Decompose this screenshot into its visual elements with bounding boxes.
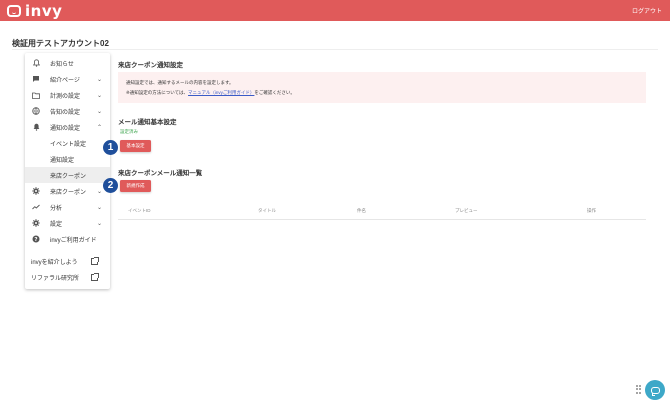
table-header-title: タイトル [258, 208, 276, 213]
sidebar-item-announcement[interactable]: 告知の設定 ⌄ [25, 103, 110, 119]
table-header-event-id: イベントID [128, 208, 151, 213]
globe-icon [32, 107, 40, 115]
folder-icon [32, 91, 40, 99]
notice-text-manual: ※通知設定の方法については、マニュアル（invyご利用ガイド）をご確認ください。 [126, 90, 295, 96]
coupon-list-title: 来店クーポンメール通知一覧 [118, 170, 203, 177]
notice-prefix: ※通知設定の方法については、 [126, 90, 189, 95]
sidebar-item-label: イベント設定 [50, 141, 87, 148]
chevron-down-icon: ⌄ [96, 188, 102, 195]
sidebar-item-label: 通知の設定 [50, 125, 81, 132]
sidebar-item-label: 通知設定 [50, 157, 75, 164]
sidebar-item-invite-invy[interactable]: invyを紹介しよう [25, 253, 110, 269]
mail-settings-title: メール通知基本設定 [118, 119, 177, 126]
trend-icon [32, 203, 40, 211]
sidebar-subitem-notification-settings[interactable]: 通知設定 [25, 151, 110, 167]
notice-suffix: をご確認ください。 [254, 90, 295, 95]
table-divider [118, 219, 646, 220]
chat-bubble-icon [650, 386, 660, 396]
section-title: 来店クーポン通知設定 [118, 62, 183, 69]
chevron-up-icon: ⌃ [96, 124, 102, 131]
chevron-down-icon: ⌄ [96, 220, 102, 227]
sidebar-subitem-event-settings[interactable]: イベント設定 [25, 135, 110, 151]
notice-text: 通知設定では、通知するメールの内容を設定します。 [126, 80, 234, 85]
sidebar-item-label: 告知の設定 [50, 109, 81, 116]
sidebar: お知らせ 紹介ページ ⌄ 計測の設定 ⌄ 告知の設定 ⌄ 通知の設定 ⌃ イベン… [25, 53, 110, 289]
manual-link[interactable]: マニュアル（invyご利用ガイド） [188, 90, 254, 95]
divider [12, 49, 658, 50]
svg-text:?: ? [34, 237, 37, 243]
top-bar: invy ログアウト [0, 0, 670, 21]
sidebar-item-visit-coupon[interactable]: 来店クーポン ⌄ [25, 183, 110, 199]
table-header-subject: 件名 [357, 208, 366, 213]
chevron-down-icon: ⌄ [96, 108, 102, 115]
bell-filled-icon [32, 123, 40, 131]
sidebar-item-label: invyご利用ガイド [50, 237, 97, 244]
sidebar-item-label: 来店クーポン [50, 173, 87, 180]
sidebar-item-label: 設定 [50, 221, 63, 228]
chevron-down-icon: ⌄ [96, 204, 102, 211]
page-title: 検証用テストアカウント02 [12, 39, 109, 48]
external-link-icon [91, 256, 99, 265]
sidebar-item-label: 紹介ページ [50, 77, 80, 84]
external-link-icon [91, 272, 99, 281]
sidebar-item-measurement[interactable]: 計測の設定 ⌄ [25, 87, 110, 103]
step-badge-1: 1 [103, 140, 118, 155]
sidebar-item-label: 来店クーポン [50, 189, 87, 196]
logo-text: invy [25, 1, 63, 20]
sidebar-item-label: 分析 [50, 205, 63, 212]
gear-icon [32, 187, 40, 195]
sidebar-item-label: お知らせ [50, 61, 74, 68]
sidebar-item-usage-guide[interactable]: ? invyご利用ガイド [25, 231, 110, 247]
chevron-down-icon: ⌄ [96, 76, 102, 83]
drag-handle-icon[interactable] [636, 385, 641, 394]
logout-link[interactable]: ログアウト [632, 6, 662, 15]
help-icon: ? [32, 235, 40, 243]
gear-icon [32, 219, 40, 227]
table-header-preview: プレビュー [455, 208, 478, 213]
status-badge: 設定済み [120, 129, 138, 134]
bell-icon [32, 59, 40, 67]
logo[interactable]: invy [7, 2, 62, 20]
sidebar-item-label: リファラル研究所 [31, 275, 80, 282]
chevron-down-icon: ⌄ [96, 92, 102, 99]
sidebar-item-analytics[interactable]: 分析 ⌄ [25, 199, 110, 215]
chat-icon [32, 75, 40, 83]
notice-box: 通知設定では、通知するメールの内容を設定します。 ※通知設定の方法については、マ… [118, 72, 646, 103]
basic-settings-button[interactable]: 基本設定 [120, 140, 151, 152]
sidebar-item-settings[interactable]: 設定 ⌄ [25, 215, 110, 231]
table-header-actions: 操作 [587, 208, 596, 213]
sidebar-item-intro-page[interactable]: 紹介ページ ⌄ [25, 71, 110, 87]
sidebar-item-referral-lab[interactable]: リファラル研究所 [25, 269, 110, 285]
sidebar-item-label: 計測の設定 [50, 93, 81, 100]
sidebar-item-notices[interactable]: お知らせ [25, 55, 110, 71]
sidebar-item-notification[interactable]: 通知の設定 ⌃ [25, 119, 110, 135]
new-create-button[interactable]: 新規作成 [120, 180, 151, 192]
logo-icon [7, 4, 21, 17]
sidebar-subitem-visit-coupon[interactable]: 来店クーポン [25, 167, 110, 183]
chat-button[interactable] [645, 380, 665, 400]
sidebar-item-label: invyを紹介しよう [31, 259, 78, 266]
step-badge-2: 2 [103, 178, 118, 193]
